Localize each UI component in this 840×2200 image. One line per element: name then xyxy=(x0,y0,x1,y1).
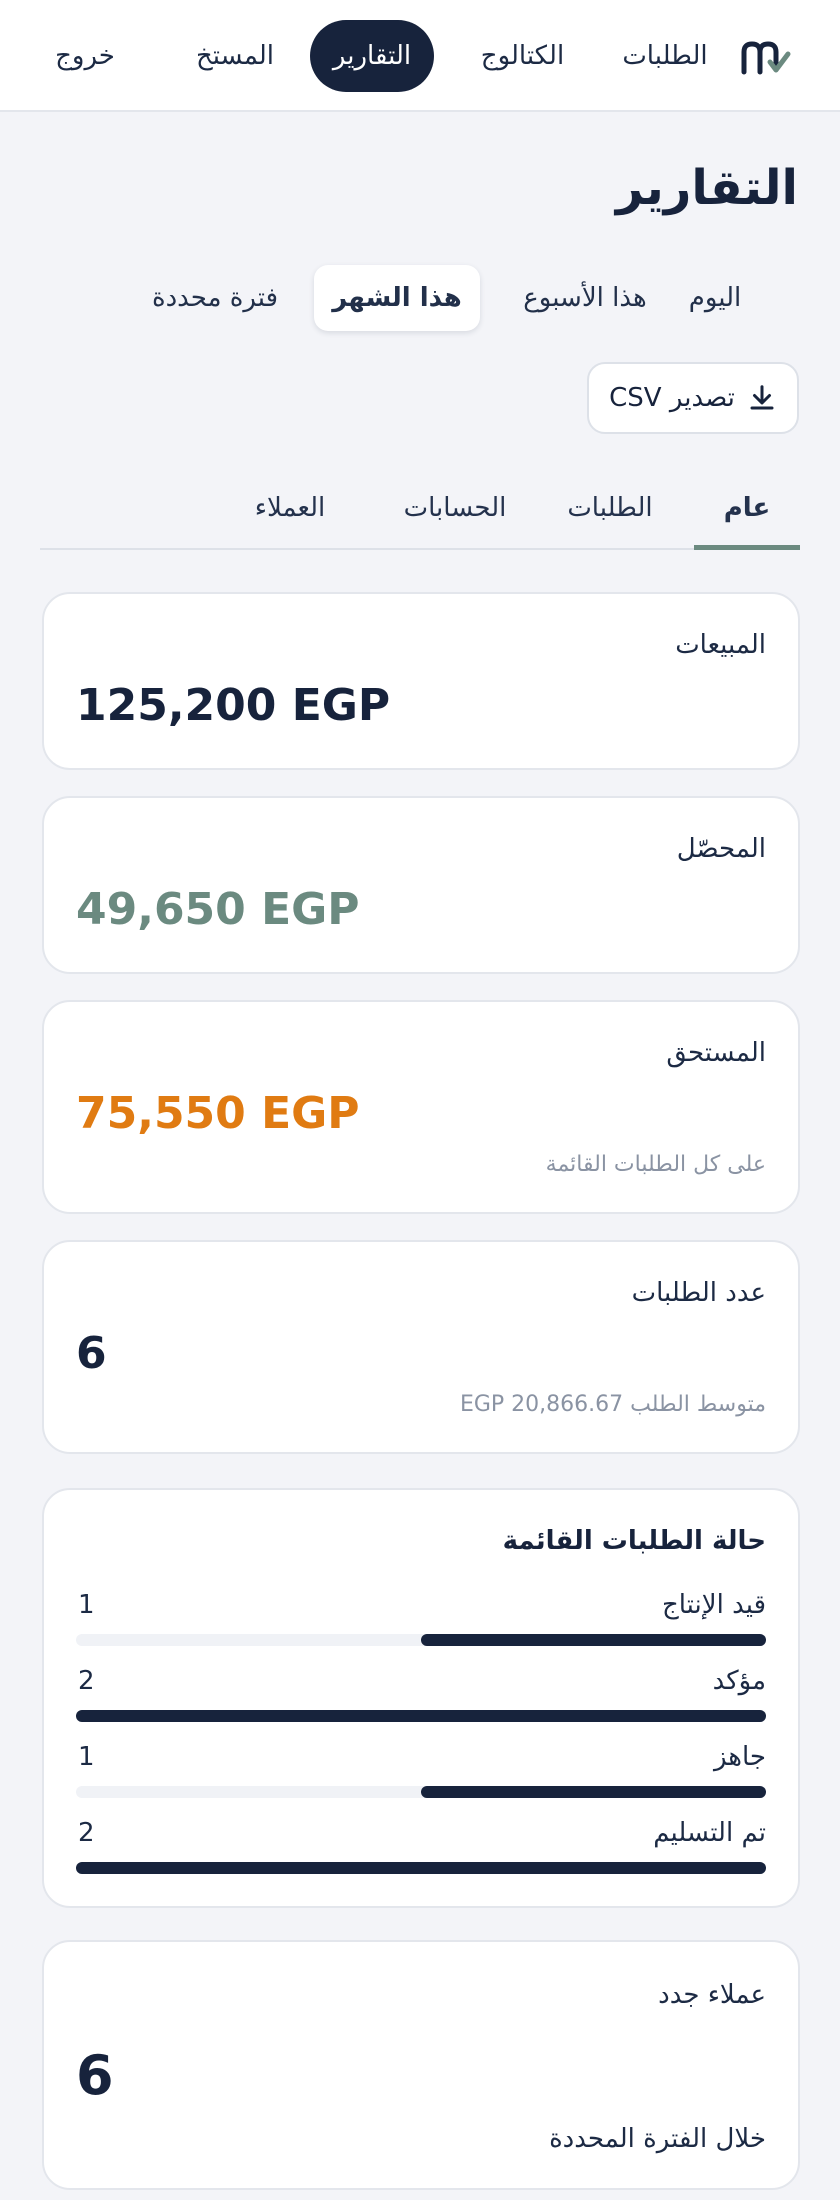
logout-button[interactable]: خروج xyxy=(45,20,125,92)
status-count: 2 xyxy=(78,1666,95,1696)
status-name: قيد الإنتاج xyxy=(661,1590,766,1620)
collected-label: المحصّل xyxy=(676,834,766,864)
status-name: مؤكد xyxy=(712,1666,766,1696)
status-name: جاهز xyxy=(713,1742,766,1772)
tab-accounts[interactable]: الحسابات xyxy=(380,478,530,538)
status-bar-fill xyxy=(76,1862,766,1874)
tab-orders[interactable]: الطلبات xyxy=(555,478,665,538)
period-this-week[interactable]: هذا الأسبوع xyxy=(500,265,670,331)
status-bar-track xyxy=(76,1634,766,1646)
sales-label: المبيعات xyxy=(675,630,766,660)
export-csv-label: تصدير CSV xyxy=(609,383,735,413)
new-customers-label: عملاء جدد xyxy=(658,1980,766,2010)
status-count: 1 xyxy=(78,1590,95,1620)
status-bar-fill xyxy=(76,1710,766,1722)
active-tab-indicator xyxy=(694,545,800,550)
new-customers-note: خلال الفترة المحددة xyxy=(549,2124,766,2154)
status-row: جاهز 1 xyxy=(76,1742,766,1802)
nav-orders[interactable]: الطلبات xyxy=(605,20,725,92)
status-bar-track xyxy=(76,1710,766,1722)
status-row: قيد الإنتاج 1 xyxy=(76,1590,766,1650)
status-row: تم التسليم 2 xyxy=(76,1818,766,1878)
new-customers-card: عملاء جدد 6 خلال الفترة المحددة xyxy=(42,1940,800,2190)
due-label: المستحق xyxy=(666,1038,766,1068)
tab-customers[interactable]: العملاء xyxy=(225,478,355,538)
nav-reports[interactable]: التقارير xyxy=(310,20,434,92)
new-customers-value: 6 xyxy=(76,2044,114,2107)
sales-card: المبيعات 125,200 EGP xyxy=(42,592,800,770)
orders-count-card: عدد الطلبات 6 متوسط الطلب EGP 20,866.67 xyxy=(42,1240,800,1454)
status-bar-fill xyxy=(421,1786,766,1798)
orders-count-label: عدد الطلبات xyxy=(631,1278,766,1308)
export-csv-button[interactable]: تصدير CSV xyxy=(587,362,799,434)
due-note: على كل الطلبات القائمة xyxy=(545,1152,766,1177)
period-custom[interactable]: فترة محددة xyxy=(130,265,300,331)
sales-value: 125,200 EGP xyxy=(76,680,391,731)
open-orders-status-card: حالة الطلبات القائمة قيد الإنتاج 1 مؤكد 2 جا… xyxy=(42,1488,800,1908)
collected-value: 49,650 EGP xyxy=(76,884,360,935)
due-value: 75,550 EGP xyxy=(76,1088,360,1139)
status-count: 1 xyxy=(78,1742,95,1772)
top-navigation: الطلبات الكتالوج التقارير المستخ خروج xyxy=(0,0,840,112)
period-this-month[interactable]: هذا الشهر xyxy=(314,265,480,331)
orders-count-value: 6 xyxy=(76,1328,107,1379)
status-row: مؤكد 2 xyxy=(76,1666,766,1726)
tab-general[interactable]: عام xyxy=(694,478,800,538)
collected-card: المحصّل 49,650 EGP xyxy=(42,796,800,974)
status-name: تم التسليم xyxy=(653,1818,766,1848)
brand-logo-icon[interactable] xyxy=(740,38,792,78)
average-order-note: متوسط الطلب EGP 20,866.67 xyxy=(459,1392,766,1417)
status-count: 2 xyxy=(78,1818,95,1848)
nav-catalog[interactable]: الكتالوج xyxy=(455,20,590,92)
download-icon xyxy=(750,385,774,410)
due-card: المستحق 75,550 EGP على كل الطلبات القائم… xyxy=(42,1000,800,1214)
status-bar-fill xyxy=(421,1634,766,1646)
status-bar-track xyxy=(76,1786,766,1798)
tabs-divider xyxy=(40,548,800,550)
status-card-title: حالة الطلبات القائمة xyxy=(502,1526,766,1556)
status-bar-track xyxy=(76,1862,766,1874)
page-title: التقارير xyxy=(615,160,798,216)
nav-users[interactable]: المستخ xyxy=(180,20,290,92)
